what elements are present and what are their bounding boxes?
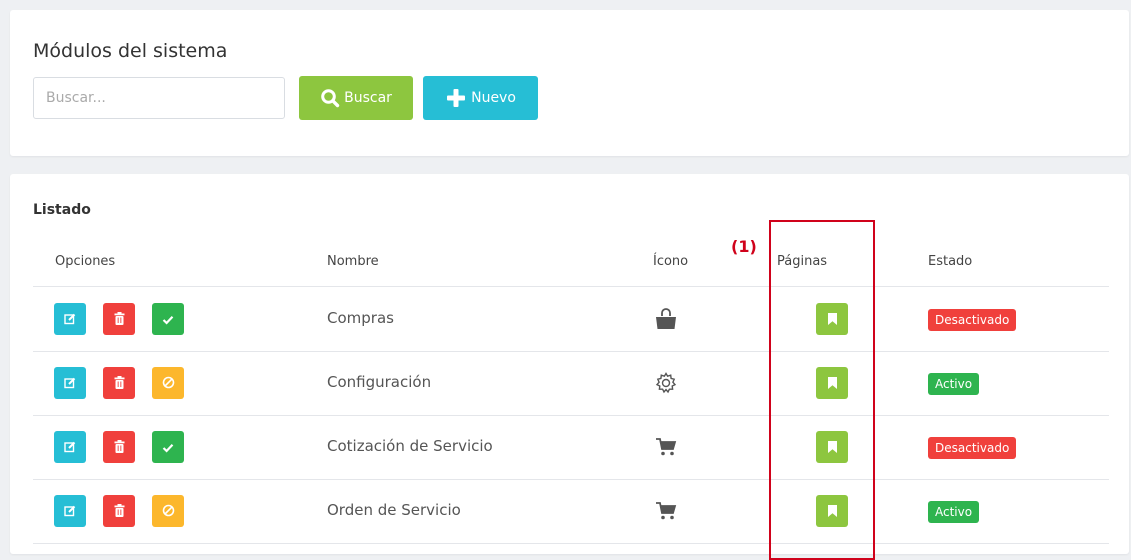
column-header-icon: Ícono (653, 254, 689, 269)
trash-icon (114, 310, 125, 329)
trash-icon (114, 374, 125, 393)
cart-icon (653, 434, 679, 460)
new-button-label: Nuevo (471, 90, 516, 106)
enable-button[interactable] (152, 431, 184, 463)
delete-button[interactable] (103, 431, 135, 463)
table-row: Cotización de Servicio Desactivado (33, 415, 1109, 480)
module-name: Cotización de Servicio (327, 437, 493, 455)
search-button[interactable]: Buscar (299, 76, 413, 120)
table-row: Compras Desactivado (33, 287, 1109, 352)
edit-button[interactable] (54, 431, 86, 463)
edit-icon (64, 502, 76, 521)
check-icon (162, 310, 174, 329)
ban-icon (162, 502, 175, 521)
search-input[interactable] (33, 77, 285, 119)
modules-list-panel: Listado Opciones Nombre Ícono Páginas Es… (10, 174, 1129, 554)
delete-button[interactable] (103, 303, 135, 335)
shopping-bag-icon (653, 306, 679, 332)
search-button-label: Buscar (344, 90, 392, 106)
delete-button[interactable] (103, 367, 135, 399)
module-name: Configuración (327, 373, 432, 391)
page-title: Módulos del sistema (33, 40, 228, 62)
edit-button[interactable] (54, 303, 86, 335)
edit-icon (64, 374, 76, 393)
search-panel: Módulos del sistema Buscar Nuevo (10, 10, 1129, 156)
check-icon (162, 438, 174, 457)
new-button[interactable]: Nuevo (423, 76, 538, 120)
edit-button[interactable] (54, 495, 86, 527)
edit-icon (64, 310, 76, 329)
search-icon (320, 88, 340, 108)
column-header-status: Estado (928, 254, 973, 269)
trash-icon (114, 438, 125, 457)
table-row: Orden de Servicio Activo (33, 479, 1109, 544)
status-badge: Desactivado (928, 309, 1017, 331)
ban-icon (162, 374, 175, 393)
status-badge: Activo (928, 501, 980, 523)
cart-icon (653, 498, 679, 524)
module-name: Orden de Servicio (327, 501, 461, 519)
status-badge: Activo (928, 373, 980, 395)
gear-icon (653, 370, 679, 396)
column-header-name: Nombre (327, 254, 379, 269)
disable-button[interactable] (152, 367, 184, 399)
delete-button[interactable] (103, 495, 135, 527)
list-title: Listado (33, 202, 91, 218)
plus-icon (445, 87, 467, 109)
edit-icon (64, 438, 76, 457)
edit-button[interactable] (54, 367, 86, 399)
module-name: Compras (327, 309, 394, 327)
pages-column-highlight (769, 220, 875, 560)
trash-icon (114, 502, 125, 521)
annotation-label: (1) (731, 237, 757, 256)
disable-button[interactable] (152, 495, 184, 527)
table-row: Configuración Activo (33, 351, 1109, 416)
status-badge: Desactivado (928, 437, 1017, 459)
enable-button[interactable] (152, 303, 184, 335)
column-header-options: Opciones (55, 254, 116, 269)
